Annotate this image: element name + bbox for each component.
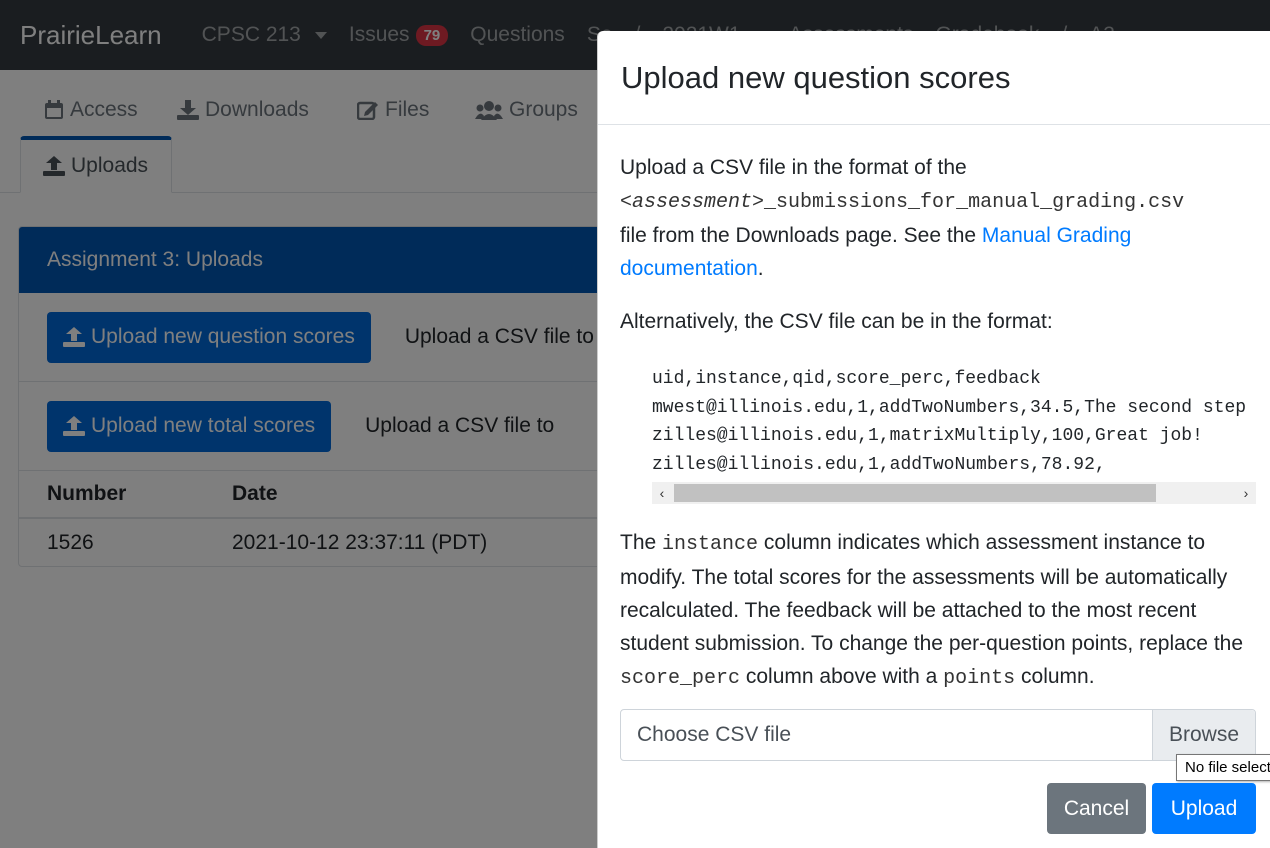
scroll-right-icon[interactable]: › [1236, 482, 1256, 504]
score-perc-code: score_perc [620, 667, 741, 690]
instructions-text-2: file from the Downloads page. See the [620, 224, 977, 247]
paragraph-text: column. [1021, 665, 1095, 688]
csv-file-input[interactable]: Choose CSV file Browse [620, 709, 1256, 761]
modal-title: Upload new question scores [621, 59, 1011, 95]
upload-button[interactable]: Upload [1152, 783, 1256, 834]
alternative-format-text: Alternatively, the CSV file can be in th… [620, 310, 1053, 333]
paragraph-text: The [620, 531, 657, 554]
csv-filename-suffix: _submissions_for_manual_grading.csv [764, 191, 1185, 214]
points-code: points [943, 667, 1016, 690]
file-tooltip: No file selected. [1176, 754, 1270, 781]
browse-button[interactable]: Browse [1152, 710, 1255, 760]
instructions-text: Upload a CSV file in the format of the [620, 156, 967, 179]
csv-line: zilles@illinois.edu,1,addTwoNumbers,78.9… [652, 455, 1106, 476]
csv-line: zilles@illinois.edu,1,matrixMultiply,100… [652, 426, 1203, 447]
paragraph-text: column above with a [745, 665, 938, 688]
assessment-placeholder-code: <assessment> [620, 191, 765, 214]
upload-question-scores-modal: Upload new question scores Upload a CSV … [597, 31, 1270, 848]
scrollbar-thumb[interactable] [674, 484, 1156, 502]
instructions-period: . [757, 257, 764, 280]
scroll-left-icon[interactable]: ‹ [652, 482, 672, 504]
file-input-placeholder: Choose CSV file [637, 723, 792, 746]
csv-line: mwest@illinois.edu,1,addTwoNumbers,34.5,… [652, 397, 1256, 418]
csv-example-code: uid,instance,qid,score_perc,feedbackmwes… [652, 358, 1256, 482]
csv-line: uid,instance,qid,score_perc,feedback [652, 369, 1041, 389]
csv-example-block: uid,instance,qid,score_perc,feedbackmwes… [652, 358, 1256, 504]
instance-column-paragraph: The instance column indicates which asse… [620, 526, 1256, 695]
cancel-button[interactable]: Cancel [1047, 783, 1146, 834]
instructions-paragraph: Upload a CSV file in the format of the <… [620, 151, 1256, 285]
csv-filename-code: <assessment>_submissions_for_manual_grad… [620, 191, 1184, 214]
modal-body: Upload a CSV file in the format of the <… [598, 125, 1270, 695]
instance-code: instance [662, 533, 759, 556]
modal-header: Upload new question scores [598, 31, 1270, 125]
horizontal-scrollbar[interactable]: ‹ › [652, 482, 1256, 504]
